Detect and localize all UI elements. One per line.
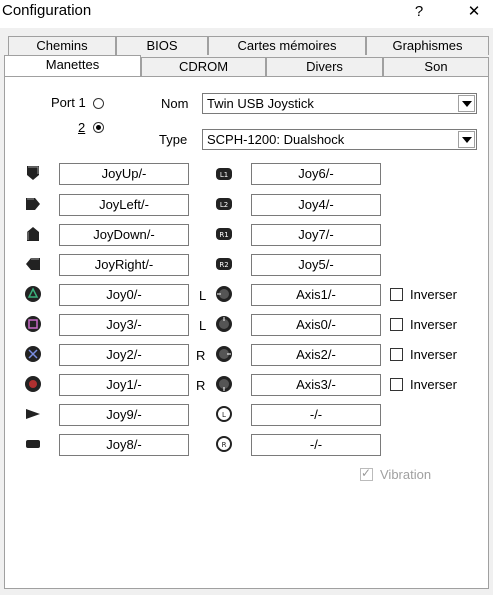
binding-cross[interactable]: Joy2/- [59,344,189,366]
tab-manettes[interactable]: Manettes [4,55,141,76]
invert-checkbox-4[interactable] [390,378,403,391]
circle-button-icon [25,376,41,392]
binding-left-stick-y[interactable]: Axis0/- [251,314,381,336]
start-button-icon [26,409,40,419]
binding-r1[interactable]: Joy7/- [251,224,381,246]
svg-text:L1: L1 [220,171,228,179]
type-dropdown[interactable]: SCPH-1200: Dualshock [202,129,477,150]
tab-cdrom[interactable]: CDROM [141,57,266,76]
l1-button-icon: L1 [216,168,232,180]
tab-chemins[interactable]: Chemins [8,36,116,55]
stick-side-l1: L [199,288,207,303]
l3-button-icon: L [216,406,232,422]
binding-l1[interactable]: Joy6/- [251,163,381,185]
binding-right-stick-y[interactable]: Axis3/- [251,374,381,396]
nom-label: Nom [161,96,189,111]
svg-text:L2: L2 [220,201,228,209]
r1-button-icon: R1 [216,228,232,240]
binding-l3[interactable]: -/- [251,404,381,426]
nom-value: Twin USB Joystick [207,96,314,111]
invert-label-1: Inverser [410,287,457,302]
right-stick-x-icon [216,346,232,362]
select-button-icon [26,440,40,448]
l2-button-icon: L2 [216,198,232,210]
title-bar: Configuration ? ✕ [0,0,493,28]
port2-label: 2 [78,120,86,135]
type-label: Type [159,132,188,147]
binding-r2[interactable]: Joy5/- [251,254,381,276]
svg-text:L: L [222,411,226,419]
dpad-right-icon [26,258,40,270]
vibration-checkbox[interactable] [360,466,373,481]
dpad-left-icon [26,198,40,210]
stick-side-r1: R [196,348,206,363]
binding-dpad-right[interactable]: JoyRight/- [59,254,189,276]
svg-text:R1: R1 [219,231,228,239]
invert-label-3: Inverser [410,347,457,362]
binding-start[interactable]: Joy9/- [59,404,189,426]
chevron-down-icon[interactable] [458,131,475,148]
binding-triangle[interactable]: Joy0/- [59,284,189,306]
invert-checkbox-2[interactable] [390,318,403,331]
triangle-button-icon [25,286,41,302]
svg-text:R2: R2 [219,261,228,269]
binding-right-stick-x[interactable]: Axis2/- [251,344,381,366]
tab-son[interactable]: Son [383,57,489,76]
nom-dropdown[interactable]: Twin USB Joystick [202,93,477,114]
binding-dpad-down[interactable]: JoyDown/- [59,224,189,246]
invert-checkbox-1[interactable] [390,288,403,301]
binding-left-stick-x[interactable]: Axis1/- [251,284,381,306]
dpad-up-icon [27,166,39,180]
invert-label-2: Inverser [410,317,457,332]
left-stick-y-icon [216,316,232,332]
square-button-icon [25,316,41,332]
binding-r3[interactable]: -/- [251,434,381,456]
binding-l2[interactable]: Joy4/- [251,194,381,216]
r2-button-icon: R2 [216,258,232,270]
r3-button-icon: R [216,436,232,452]
window-title: Configuration [2,2,92,19]
invert-checkbox-3[interactable] [390,348,403,361]
help-button[interactable]: ? [397,0,441,26]
stick-side-l2: L [199,318,207,333]
binding-square[interactable]: Joy3/- [59,314,189,336]
port2-radio[interactable] [93,122,104,133]
cross-button-icon [25,346,41,362]
binding-dpad-left[interactable]: JoyLeft/- [59,194,189,216]
tab-divers[interactable]: Divers [266,57,383,76]
tab-cartes-memoires[interactable]: Cartes mémoires [208,36,366,55]
svg-text:R: R [222,441,227,449]
right-stick-y-icon [216,376,232,392]
type-value: SCPH-1200: Dualshock [207,132,345,147]
stick-side-r2: R [196,378,206,393]
binding-select[interactable]: Joy8/- [59,434,189,456]
tab-bios[interactable]: BIOS [116,36,208,55]
binding-dpad-up[interactable]: JoyUp/- [59,163,189,185]
binding-circle[interactable]: Joy1/- [59,374,189,396]
port1-radio[interactable] [93,98,104,109]
vibration-label: Vibration [380,467,432,482]
chevron-down-icon[interactable] [458,95,475,112]
port1-label: Port 1 [51,95,86,110]
invert-label-4: Inverser [410,377,457,392]
tab-graphismes[interactable]: Graphismes [366,36,489,55]
left-stick-x-icon [216,286,232,302]
close-button[interactable]: ✕ [452,0,493,26]
dpad-down-icon [27,227,39,241]
manettes-page: Port 1 2 Nom Twin USB Joystick Type SCPH… [4,76,489,589]
